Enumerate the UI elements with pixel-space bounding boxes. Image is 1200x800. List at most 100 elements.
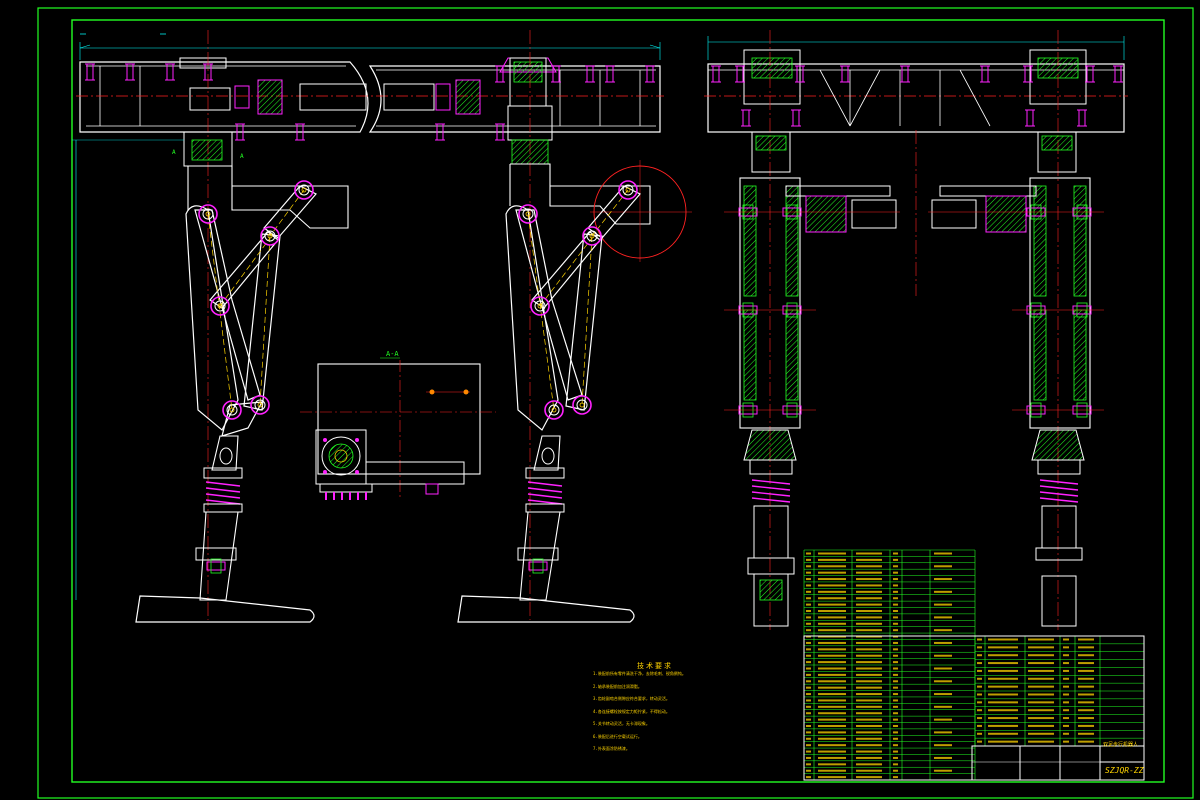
table-cell-text [1078, 638, 1094, 641]
table-cell-text [977, 662, 982, 665]
table-cell-text [893, 571, 898, 574]
table-cell-text [806, 597, 811, 600]
table-cell-text [1028, 662, 1054, 665]
tech-note-line: 7.外表面涂防锈漆。 [593, 746, 630, 751]
table-cell-text [806, 769, 811, 772]
table-cell-text [893, 590, 898, 593]
table-cell-text [818, 725, 846, 727]
table-cell-text [818, 641, 846, 644]
table-cell-text [1078, 654, 1094, 657]
table-cell-text [893, 597, 898, 600]
front-view-leg-1: A A [135, 131, 349, 623]
table-cell-text [1063, 732, 1069, 735]
table-cell-text [893, 699, 898, 702]
table-cell-text [988, 693, 1018, 696]
table-cell-text [1063, 638, 1069, 641]
table-cell-text [893, 756, 898, 759]
table-cell-text [934, 578, 952, 581]
table-cell-text [988, 662, 1018, 665]
table-cell-text [893, 705, 898, 708]
table-cell-text [934, 603, 952, 606]
table-cell-text [806, 667, 811, 670]
table-cell-text [988, 701, 1018, 704]
table-cell-text [1063, 654, 1069, 657]
table-cell-text [856, 597, 882, 600]
tech-note-line: 4.各连接螺栓按规定力矩拧紧，不得松动。 [593, 708, 670, 714]
table-cell-text [818, 718, 846, 721]
technical-requirements-title: 技术要求 [637, 662, 673, 670]
table-cell-text [1063, 709, 1069, 712]
table-cell-text [856, 667, 882, 670]
table-cell-text [856, 763, 882, 766]
table-cell-text [818, 629, 846, 632]
table-cell-text [806, 699, 811, 702]
table-cell-text [818, 616, 846, 619]
table-cell-text [934, 731, 952, 734]
table-cell-text [806, 641, 811, 644]
section-label: A-A [386, 350, 399, 358]
tech-note-line: 6.装配后进行空载试运行。 [593, 733, 642, 739]
tech-note-line: 5.关节转动灵活，无卡滞现象。 [593, 721, 650, 726]
table-cell-text [856, 680, 882, 683]
table-cell-text [893, 616, 898, 619]
table-cell-text [1078, 740, 1094, 743]
table-cell-text [818, 699, 846, 702]
table-cell-text [1028, 732, 1054, 735]
table-cell-text [806, 648, 811, 651]
table-cell-text [934, 769, 952, 772]
table-cell-text [893, 737, 898, 740]
table-cell-text [818, 667, 846, 670]
table-cell-text [806, 776, 811, 779]
table-cell-text [818, 590, 846, 593]
table-cell-text [806, 629, 811, 632]
table-cell-text [893, 558, 898, 561]
table-cell-text [977, 654, 982, 657]
table-cell-text [934, 756, 952, 759]
table-cell-text [893, 565, 898, 568]
table-cell-text [893, 641, 898, 644]
table-cell-text [1078, 662, 1094, 665]
table-cell-text [1078, 709, 1094, 712]
table-cell-text [806, 616, 811, 619]
table-cell-text [818, 603, 846, 606]
table-cell-text [1063, 740, 1069, 743]
table-cell-text [818, 750, 846, 753]
table-cell-text [1063, 677, 1069, 680]
table-cell-text [856, 584, 882, 587]
table-cell-text [818, 776, 846, 779]
table-cell-text [856, 731, 882, 734]
table-cell-text [818, 693, 846, 696]
table-cell-text [988, 717, 1018, 720]
table-cell-text [893, 750, 898, 753]
table-cell-text [818, 712, 846, 715]
table-cell-text [856, 661, 882, 664]
table-cell-text [856, 578, 882, 581]
table-cell-text [893, 693, 898, 696]
table-cell-text [818, 737, 846, 740]
tech-note-line: 3.齿轮副啮合侧隙应符合要求，转动灵活。 [593, 696, 670, 701]
technical-requirements: 技术要求 1.装配前所有零件清洗干净，去除毛刺、锐角倒钝。 2.轴承装配前加注润滑… [593, 662, 743, 756]
table-cell-text [818, 565, 846, 568]
table-cell-text [806, 686, 811, 689]
table-cell-text [934, 693, 952, 696]
table-cell-text [806, 693, 811, 696]
table-cell-text [856, 699, 882, 702]
table-cell-text [806, 705, 811, 708]
table-cell-text [818, 763, 846, 766]
table-cell-text [1063, 646, 1069, 649]
drawing-code: SZJQR-ZZ [1105, 766, 1144, 775]
table-cell-text [977, 685, 982, 688]
table-cell-text [934, 590, 952, 593]
table-cell-text [893, 654, 898, 657]
table-cell-text [856, 616, 882, 619]
section-a-a-view: A-A [300, 350, 496, 500]
table-cell-text [988, 669, 1018, 672]
table-cell-text [856, 641, 882, 644]
table-cell-text [1078, 677, 1094, 680]
table-cell-text [856, 590, 882, 593]
table-cell-text [856, 686, 882, 689]
table-cell-text [893, 610, 898, 612]
table-cell-text [934, 629, 952, 632]
table-cell-text [818, 558, 846, 561]
table-cell-text [988, 740, 1018, 743]
